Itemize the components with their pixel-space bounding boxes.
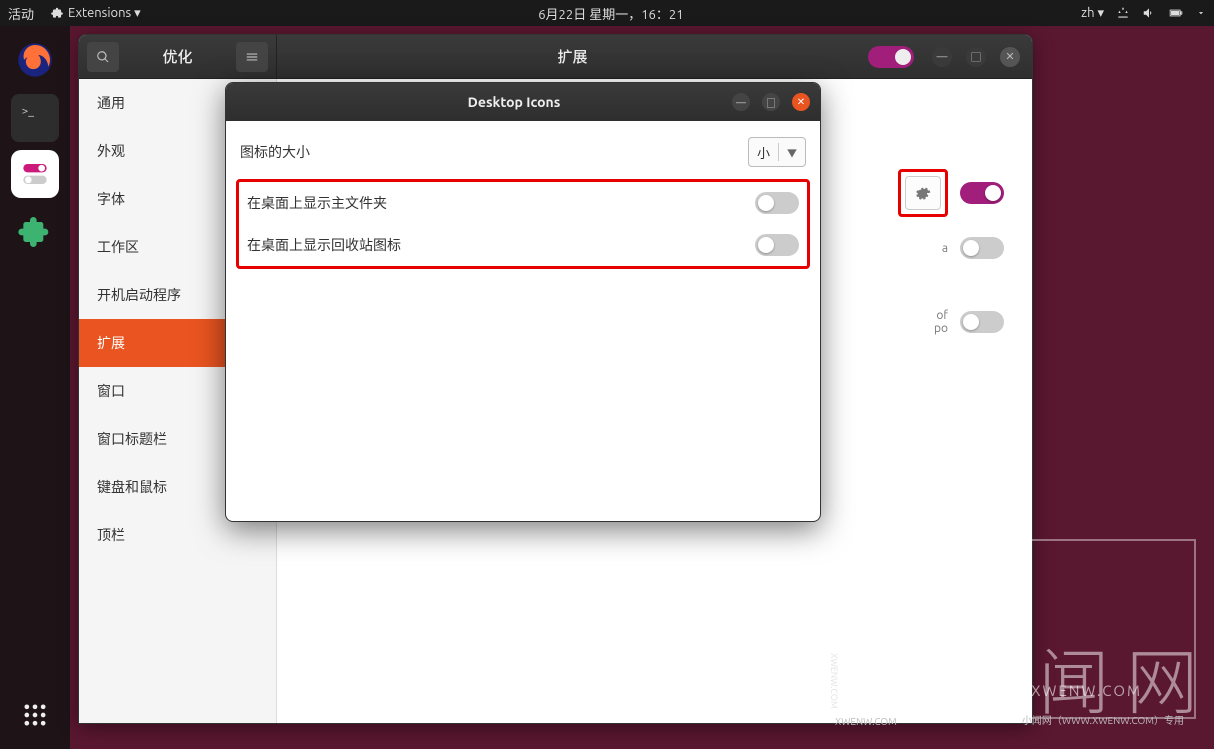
dialog-headerbar: Desktop Icons — □ ✕ [226,83,820,121]
extension-desc-3: ofpo [934,309,948,335]
firefox-icon [15,40,55,80]
dialog-close[interactable]: ✕ [792,93,810,111]
show-home-row: 在桌面上显示主文件夹 [239,182,807,224]
extension-desc: a [942,242,948,255]
search-button[interactable] [87,42,119,72]
sidebar-title: 优化 [119,46,236,67]
watermark-footer-left: XWENW.COM [835,716,897,727]
watermark-footer-right: 小闻网（WWW.XWENW.COM）专用 [1022,712,1184,727]
menu-icon [245,50,259,64]
gear-icon [915,185,931,201]
battery-icon[interactable] [1168,6,1184,20]
svg-text:>_: >_ [22,105,35,118]
show-home-label: 在桌面上显示主文件夹 [247,193,755,213]
dialog-title: Desktop Icons [296,94,732,110]
input-source[interactable]: zh ▾ [1081,6,1104,21]
icon-size-label: 图标的大小 [240,142,748,162]
apps-grid-icon [21,701,49,729]
top-panel: 活动 Extensions ▾ 6月22日 星期一，16：21 zh ▾ [0,0,1214,26]
highlight-toggles: 在桌面上显示主文件夹 在桌面上显示回收站图标 [236,179,810,269]
dock-firefox[interactable] [9,34,61,86]
dock-extensions[interactable] [9,206,61,258]
window-title: 扩展 [277,46,868,67]
dropdown-value: 小 [757,143,770,162]
chevron-down-icon[interactable] [1196,8,1206,18]
highlight-gear [898,169,948,217]
activities-button[interactable]: 活动 [8,4,34,23]
dialog-minimize[interactable]: — [732,93,750,111]
extension-toggle-2[interactable] [960,237,1004,259]
show-home-toggle[interactable] [755,192,799,214]
network-icon[interactable] [1116,6,1130,20]
extension-toggle[interactable] [960,182,1004,204]
clock[interactable]: 6月22日 星期一，16：21 [141,4,1081,23]
show-trash-row: 在桌面上显示回收站图标 [239,224,807,266]
tweaks-headerbar: 优化 扩展 — □ ✕ [79,35,1032,79]
search-icon [96,50,110,64]
extension-settings-button[interactable] [905,176,941,210]
dock-terminal[interactable]: >_ [11,94,59,142]
extension-toggle-3[interactable] [960,311,1004,333]
show-trash-toggle[interactable] [755,234,799,256]
extensions-master-toggle[interactable] [868,46,914,68]
terminal-icon: >_ [15,98,55,138]
dialog-maximize[interactable]: □ [762,93,780,111]
hamburger-menu[interactable] [236,42,268,72]
icon-size-row: 图标的大小 小 ▼ [236,129,810,175]
show-trash-label: 在桌面上显示回收站图标 [247,235,755,255]
appmenu-extensions[interactable]: Extensions ▾ [50,6,141,21]
desktop-icons-dialog: Desktop Icons — □ ✕ 图标的大小 小 ▼ 在桌面上显示主文件夹… [225,82,821,522]
watermark-sub: XWENW.COM [1031,682,1142,699]
volume-icon[interactable] [1142,6,1156,20]
watermark-vertical: XWENW.COM [829,653,839,709]
chevron-down-icon: ▼ [787,145,797,160]
icon-size-dropdown[interactable]: 小 ▼ [748,137,806,167]
dock: >_ [0,26,70,749]
puzzle-piece-icon [15,212,55,252]
puzzle-icon [50,6,64,20]
switches-icon [15,154,55,194]
dock-tweaks[interactable] [11,150,59,198]
appmenu-label: Extensions ▾ [68,6,141,21]
close-button[interactable]: ✕ [1000,47,1020,67]
dock-show-apps[interactable] [9,689,61,741]
minimize-button[interactable]: — [932,47,952,67]
maximize-button[interactable]: □ [966,47,986,67]
